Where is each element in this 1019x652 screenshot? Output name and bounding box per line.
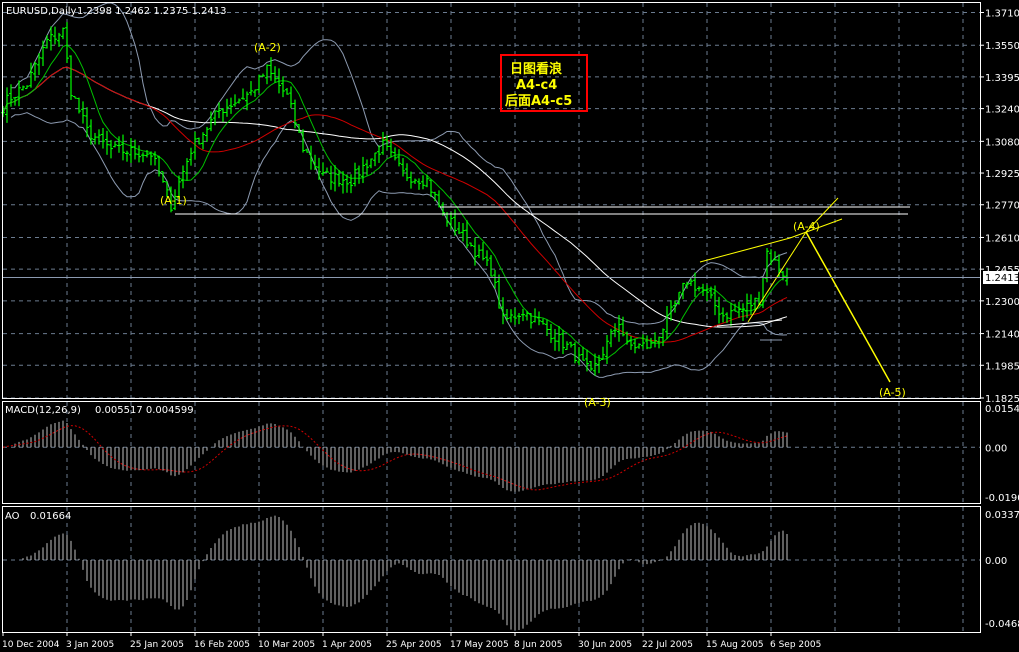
time-tick-label: 1 Apr 2005 <box>322 640 372 650</box>
wave-label-a1: (A-1) <box>160 194 187 207</box>
chart-symbol: EURUSD,Daily <box>6 6 77 17</box>
macd-tick-label: -0.01902 <box>985 493 1019 504</box>
price-tick-label: 1.1985 <box>985 361 1019 372</box>
trading-chart[interactable]: 1.3710 1.3550 1.3395 1.3240 1.3080 1.2925 1.27… <box>0 0 1019 652</box>
price-tick-label: 1.3710 <box>985 9 1019 20</box>
time-tick-label: 25 Jan 2005 <box>130 640 184 650</box>
macd-tick-label: 0.00 <box>985 443 1007 454</box>
macd-tick-label: 0.01548 <box>985 404 1019 415</box>
time-tick-label: 3 Jan 2005 <box>66 640 114 650</box>
note-line-3: 后面A4-c5 <box>505 93 572 109</box>
wave-label-a5: (A-5) <box>879 386 906 399</box>
current-price-label: 1.2413 <box>985 273 1019 284</box>
macd-title: MACD(12,26,9) <box>5 405 81 416</box>
time-tick-label: 25 Apr 2005 <box>386 640 442 650</box>
price-tick-label: 1.2770 <box>985 201 1019 212</box>
time-tick-label: 10 Dec 2004 <box>2 640 60 650</box>
wave-label-a2: (A-2) <box>254 41 281 54</box>
time-tick-label: 8 Jun 2005 <box>514 640 562 650</box>
ao-tick-label: 0.0337 <box>985 510 1019 521</box>
price-tick-label: 1.2925 <box>985 169 1019 180</box>
time-tick-label: 15 Aug 2005 <box>706 640 764 650</box>
macd-values: 0.005517 0.004599 <box>95 405 194 416</box>
ao-title: AO <box>5 511 20 522</box>
time-tick-label: 17 May 2005 <box>450 640 509 650</box>
ao-tick-label: -0.0468 <box>985 619 1019 630</box>
chart-ohlc: 1.2398 1.2462 1.2375 1.2413 <box>77 6 227 17</box>
price-tick-label: 1.3550 <box>985 41 1019 52</box>
price-tick-label: 1.3395 <box>985 73 1019 84</box>
price-tick-label: 1.2140 <box>985 330 1019 341</box>
price-tick-label: 1.3240 <box>985 105 1019 116</box>
wave-label-a3: (A-3) <box>584 396 611 409</box>
time-tick-label: 30 Jun 2005 <box>578 640 632 650</box>
note-line-1: 日图看浪 <box>510 61 562 77</box>
price-tick-label: 1.3080 <box>985 137 1019 148</box>
note-line-2: A4-c4 <box>516 78 557 93</box>
price-tick-label: 1.2300 <box>985 297 1019 308</box>
time-tick-label: 22 Jul 2005 <box>642 640 693 650</box>
time-tick-label: 16 Feb 2005 <box>194 640 250 650</box>
price-tick-label: 1.2610 <box>985 233 1019 244</box>
ao-values: 0.01664 <box>30 511 71 522</box>
time-tick-label: 6 Sep 2005 <box>770 640 821 650</box>
time-tick-label: 10 Mar 2005 <box>258 640 315 650</box>
wave-label-a4: (A-4) <box>793 220 820 233</box>
ao-tick-label: 0.00 <box>985 556 1007 567</box>
